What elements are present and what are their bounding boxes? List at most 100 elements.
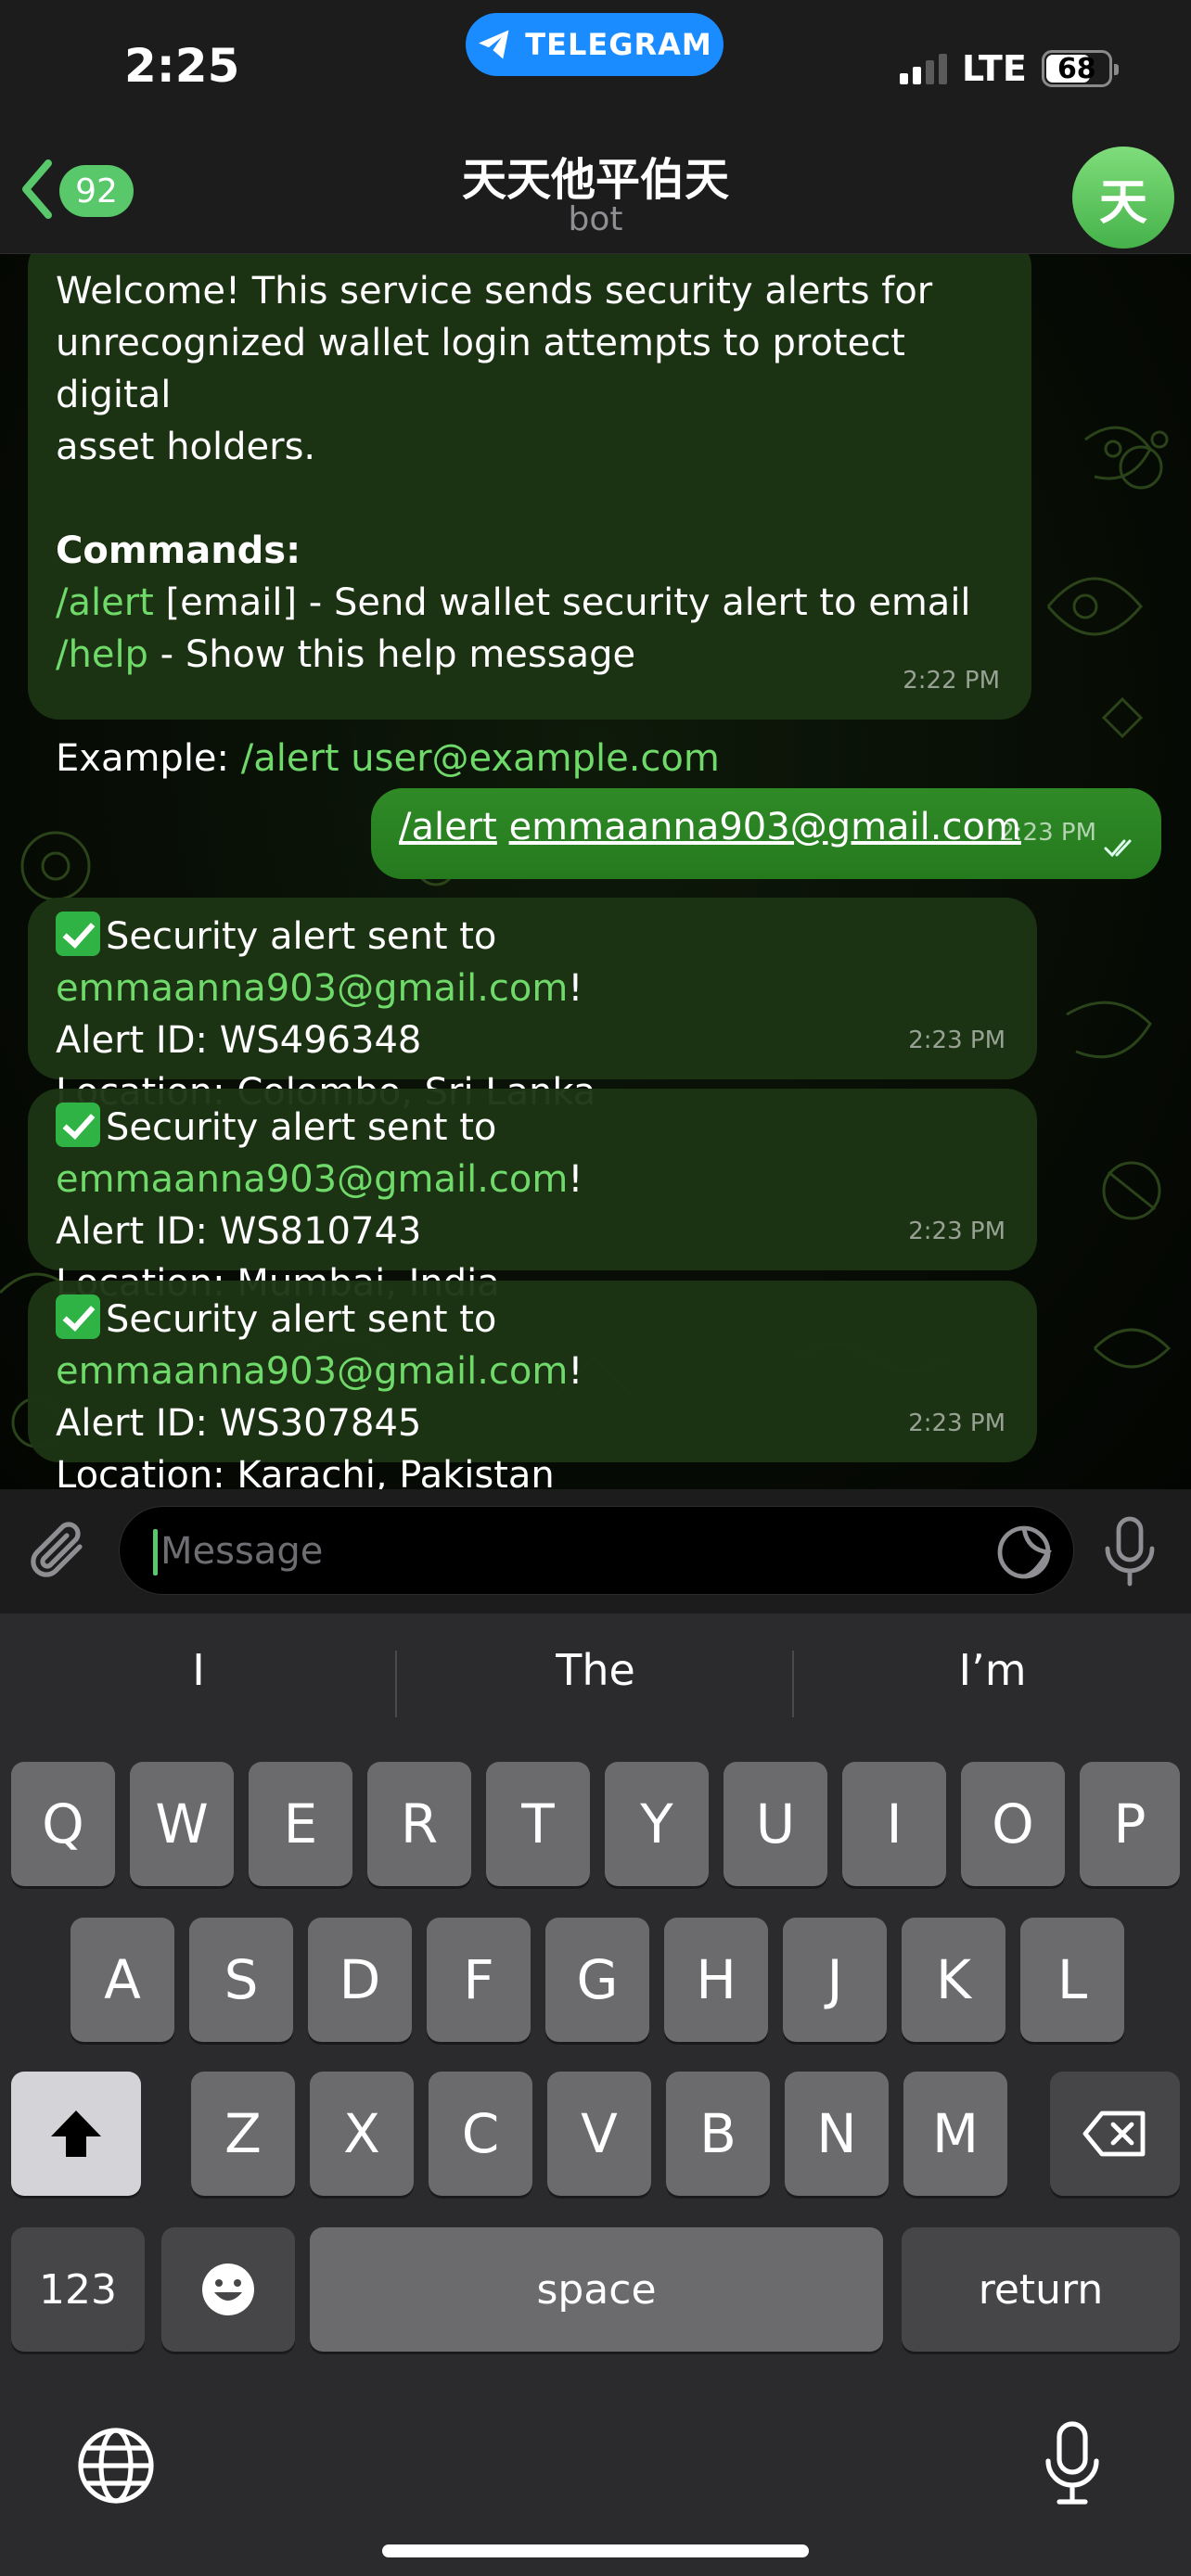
- alert-sent-line: Security alert sent to emmaanna903@gmail…: [56, 911, 1009, 1014]
- alert-command-link[interactable]: /alert: [56, 581, 154, 624]
- commands-heading: Commands:: [56, 529, 301, 572]
- signal-icon: [900, 53, 947, 84]
- return-key[interactable]: return: [902, 2227, 1180, 2352]
- sticker-icon[interactable]: [995, 1524, 1053, 1581]
- chat-header: 92 天天他平伯天 bot 天: [0, 139, 1191, 254]
- help-command-link[interactable]: /help: [56, 633, 148, 676]
- key-o[interactable]: O: [961, 1762, 1065, 1886]
- message-time: 2:23 PM: [908, 1218, 1005, 1245]
- suggestion-2[interactable]: The: [397, 1645, 794, 1695]
- key-j[interactable]: J: [783, 1918, 887, 2042]
- dictation-microphone-icon[interactable]: [1044, 2420, 1100, 2507]
- welcome-line-3: asset holders.: [56, 426, 316, 468]
- paperclip-icon[interactable]: [28, 1517, 93, 1588]
- welcome-message[interactable]: Welcome! This service sends security ale…: [28, 254, 1031, 780]
- key-p[interactable]: P: [1080, 1762, 1180, 1886]
- key-y[interactable]: Y: [605, 1762, 709, 1886]
- double-check-icon: [1104, 839, 1132, 858]
- key-f[interactable]: F: [427, 1918, 531, 2042]
- home-indicator: [382, 2544, 809, 2557]
- key-l[interactable]: L: [1020, 1918, 1124, 2042]
- text-cursor: [153, 1529, 158, 1575]
- command-alert-line: /alert [email] - Send wallet security al…: [56, 577, 1004, 629]
- emoji-key[interactable]: [161, 2227, 295, 2352]
- chat-area[interactable]: Welcome! This service sends security ale…: [0, 254, 1191, 1489]
- emoji-icon: [202, 2264, 254, 2315]
- message-input[interactable]: [160, 1507, 977, 1596]
- backspace-icon: [1082, 2111, 1146, 2157]
- message-field[interactable]: [119, 1506, 1074, 1596]
- command-help-line: /help - Show this help message: [56, 629, 1004, 681]
- key-i[interactable]: I: [842, 1762, 946, 1886]
- key-u[interactable]: U: [724, 1762, 827, 1886]
- key-c[interactable]: C: [429, 2072, 532, 2196]
- alert-message[interactable]: Security alert sent to emmaanna903@gmail…: [28, 898, 1037, 1114]
- telegram-pill[interactable]: TELEGRAM: [466, 13, 724, 76]
- alert-email-link[interactable]: emmaanna903@gmail.com: [56, 967, 568, 1010]
- avatar[interactable]: 天: [1072, 147, 1174, 249]
- alert-email-link[interactable]: emmaanna903@gmail.com: [56, 1350, 568, 1393]
- alert-id: Alert ID: WS307845: [56, 1402, 422, 1445]
- outgoing-command[interactable]: /alert: [399, 806, 497, 848]
- key-r[interactable]: R: [367, 1762, 471, 1886]
- numbers-key[interactable]: 123: [11, 2227, 145, 2352]
- alert-suffix: !: [568, 1350, 583, 1393]
- globe-icon[interactable]: [76, 2426, 156, 2506]
- key-d[interactable]: D: [308, 1918, 412, 2042]
- shift-key[interactable]: [11, 2072, 141, 2196]
- key-t[interactable]: T: [486, 1762, 590, 1886]
- message-input-bar: [0, 1489, 1191, 1613]
- alert-command-desc: [email] - Send wallet security alert to …: [153, 581, 971, 624]
- status-bar: 2:25 TELEGRAM LTE 68: [0, 0, 1191, 139]
- delete-key[interactable]: [1050, 2072, 1180, 2196]
- message-time: 2:23 PM: [999, 819, 1096, 847]
- alert-suffix: !: [568, 1158, 583, 1201]
- message-time: 2:23 PM: [908, 1409, 1005, 1437]
- key-w[interactable]: W: [130, 1762, 234, 1886]
- space-key[interactable]: space: [310, 2227, 883, 2352]
- key-n[interactable]: N: [785, 2072, 889, 2196]
- alert-sent-line: Security alert sent to emmaanna903@gmail…: [56, 1294, 1009, 1397]
- alert-email-link[interactable]: emmaanna903@gmail.com: [56, 1158, 568, 1201]
- outgoing-message[interactable]: /alert emmaanna903@gmail.com 2:23 PM: [371, 788, 1161, 879]
- telegram-pill-label: TELEGRAM: [525, 27, 712, 62]
- key-s[interactable]: S: [189, 1918, 293, 2042]
- microphone-icon[interactable]: [1102, 1515, 1158, 1589]
- chat-title[interactable]: 天天他平伯天: [0, 143, 1191, 208]
- chat-subtitle: bot: [568, 200, 623, 238]
- suggestion-1[interactable]: I: [0, 1645, 397, 1695]
- key-e[interactable]: E: [249, 1762, 352, 1886]
- check-mark-icon: [56, 1103, 100, 1147]
- suggestion-bar: I The I’m: [0, 1613, 1191, 1753]
- help-command-desc: - Show this help message: [147, 633, 636, 676]
- welcome-line-2: unrecognized wallet login attempts to pr…: [56, 322, 905, 416]
- key-q[interactable]: Q: [11, 1762, 115, 1886]
- example-command-link[interactable]: /alert: [241, 737, 339, 780]
- welcome-line-1: Welcome! This service sends security ale…: [56, 270, 933, 312]
- battery-icon: 68: [1041, 50, 1119, 87]
- example-label: Example:: [56, 737, 241, 780]
- suggestion-3[interactable]: I’m: [794, 1645, 1191, 1695]
- key-m[interactable]: M: [903, 2072, 1007, 2196]
- key-g[interactable]: G: [545, 1918, 649, 2042]
- outgoing-email-link[interactable]: emmaanna903@gmail.com: [509, 806, 1021, 848]
- alert-message[interactable]: Security alert sent to emmaanna903@gmail…: [28, 1281, 1037, 1489]
- key-h[interactable]: H: [664, 1918, 768, 2042]
- alert-location: Location: Karachi, Pakistan: [56, 1454, 555, 1489]
- example-email-link[interactable]: user@example.com: [339, 737, 720, 780]
- key-k[interactable]: K: [902, 1918, 1005, 2042]
- check-mark-icon: [56, 912, 100, 956]
- key-x[interactable]: X: [310, 2072, 414, 2196]
- alert-prefix: Security alert sent to: [106, 1106, 497, 1149]
- key-v[interactable]: V: [547, 2072, 651, 2196]
- alert-prefix: Security alert sent to: [106, 915, 497, 958]
- key-a[interactable]: A: [70, 1918, 174, 2042]
- keyboard: I The I’m Q W E R T Y U I O P A S D F G …: [0, 1613, 1191, 2576]
- alert-id: Alert ID: WS810743: [56, 1210, 422, 1253]
- key-b[interactable]: B: [666, 2072, 770, 2196]
- telegram-icon: [479, 30, 509, 59]
- shift-arrow-icon: [51, 2111, 101, 2157]
- key-z[interactable]: Z: [191, 2072, 295, 2196]
- alert-suffix: !: [568, 967, 583, 1010]
- alert-message[interactable]: Security alert sent to emmaanna903@gmail…: [28, 1089, 1037, 1305]
